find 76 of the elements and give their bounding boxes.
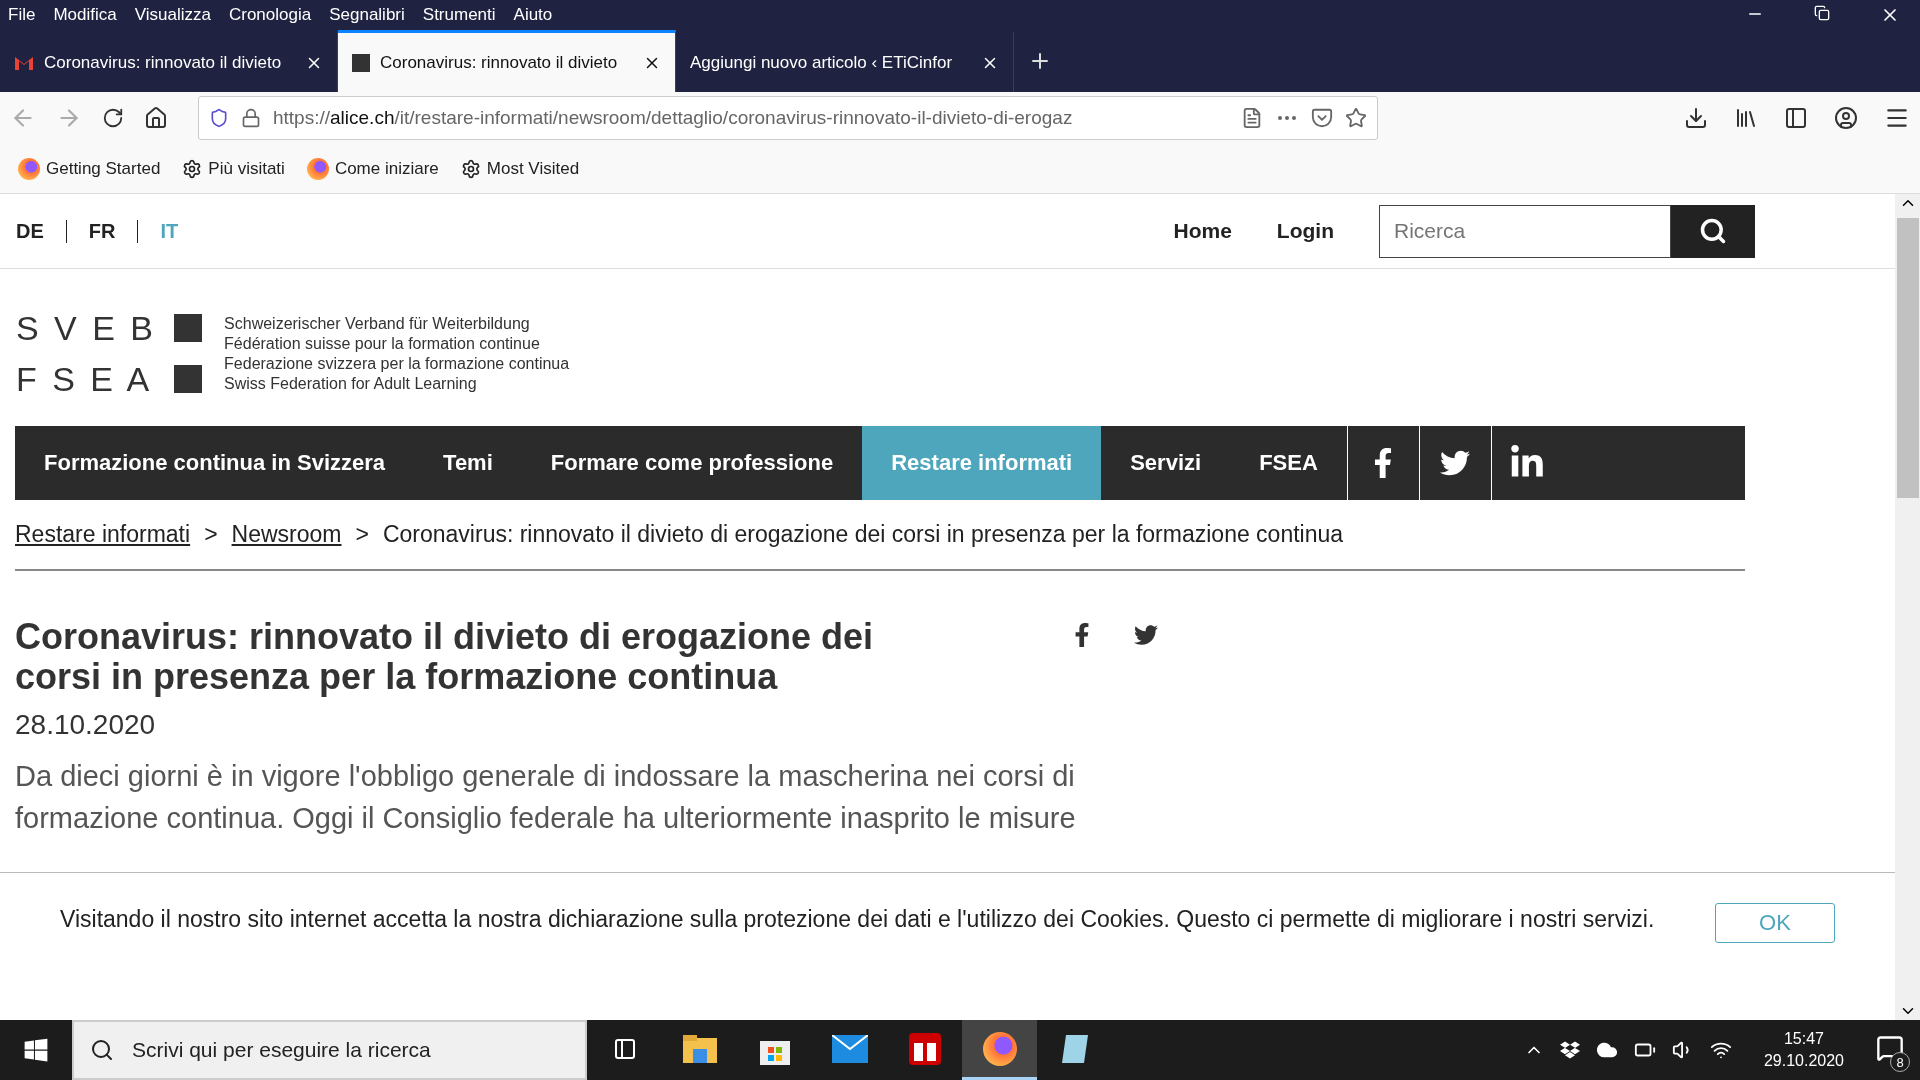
menu-item[interactable]: Modifica: [53, 5, 117, 25]
gift-icon[interactable]: [908, 1032, 941, 1065]
home-icon[interactable]: [144, 106, 168, 130]
menu-item[interactable]: Aiuto: [513, 5, 553, 25]
menu-item[interactable]: Cronologia: [228, 5, 312, 25]
library-icon[interactable]: [1734, 106, 1758, 130]
gear-icon: [460, 158, 481, 179]
bookmark[interactable]: Getting Started: [18, 157, 161, 180]
breadcrumb-separator: >: [355, 521, 369, 548]
task-view-icon[interactable]: [612, 1036, 637, 1061]
firefox-icon[interactable]: [982, 1031, 1017, 1066]
search-field[interactable]: Ricerca: [1379, 204, 1671, 258]
scrollbar-thumb[interactable]: [1896, 218, 1919, 498]
bookmark[interactable]: Come iniziare: [306, 157, 439, 180]
mail-icon: [14, 54, 34, 71]
logo-square: [174, 314, 203, 342]
search-icon: [90, 1038, 114, 1062]
article-date: 28.10.2020: [15, 709, 157, 741]
search-icon: [1699, 217, 1727, 245]
restore-icon[interactable]: [1814, 5, 1830, 21]
language-link[interactable]: DE: [16, 219, 66, 243]
download-icon[interactable]: [1684, 106, 1708, 130]
firefox-icon: [18, 157, 40, 180]
twitter-icon: [1440, 448, 1471, 478]
article-title: Coronavirus: rinnovato il divieto di erogazione dei corsi in presenza per la formazione continua: [15, 617, 875, 697]
cookie-text: Visitando il nostro sito internet accetta la nostra dichiarazione sulla protezione dei dati e l'utilizzo dei Cookies. Questo ci permette di migliorare i nostri servizi.: [60, 905, 1656, 934]
article-lead: Da dieci giorni è in vigore l'obbligo generale di indossare la mascherina nei corsi di formazione continua. Oggi il Consiglio federale ha ulteriormente inasprito le misure: [15, 759, 1077, 836]
dropbox-icon[interactable]: [1559, 1040, 1580, 1060]
search-button[interactable]: [1671, 204, 1755, 258]
logo-tagline: Schweizerischer Verband für Weiterbildung: [224, 313, 531, 334]
logo-square: [174, 365, 203, 393]
pocket-icon[interactable]: [1311, 107, 1333, 129]
windows-icon[interactable]: [23, 1037, 49, 1063]
bookmark[interactable]: Most Visited: [460, 158, 580, 179]
notification-badge: 8: [1890, 1052, 1910, 1072]
menu-item[interactable]: Strumenti: [422, 5, 496, 25]
top-link[interactable]: Home: [1173, 219, 1232, 243]
nav-item[interactable]: Servizi: [1101, 426, 1231, 500]
lock-icon[interactable]: [241, 108, 261, 128]
menu-item[interactable]: Visualizza: [134, 5, 211, 25]
nav-item[interactable]: Temi: [414, 426, 522, 500]
gear-icon: [182, 158, 203, 179]
nav-item[interactable]: Formare come professione: [521, 426, 863, 500]
logo-text: F S E A: [16, 359, 154, 399]
breadcrumb-link[interactable]: Restare informati: [15, 521, 191, 548]
breadcrumb-link[interactable]: Newsroom: [231, 521, 342, 548]
reload-icon[interactable]: [102, 107, 124, 129]
shield-icon[interactable]: [209, 108, 229, 128]
menu-item[interactable]: File: [8, 5, 36, 25]
clock-date: 29.10.2020: [1763, 1052, 1844, 1070]
bookmark[interactable]: Più visitati: [182, 158, 285, 179]
language-link[interactable]: FR: [65, 219, 138, 243]
twitter-share-icon[interactable]: [1134, 623, 1158, 647]
folder-icon[interactable]: [682, 1034, 717, 1063]
breadcrumb-current: Coronavirus: rinnovato il divieto di erogazione dei corsi in presenza per la formazione continua: [382, 521, 1344, 548]
clock-time: 15:47: [1783, 1030, 1824, 1048]
breadcrumb-separator: >: [204, 521, 218, 548]
top-link[interactable]: Login: [1276, 219, 1334, 243]
sidebar-icon[interactable]: [1784, 106, 1808, 130]
menu-item[interactable]: Segnalibri: [329, 5, 405, 25]
taskbar-search-field[interactable]: Scrivi qui per eseguire la ricerca: [72, 1020, 587, 1080]
logo-text: S V E B: [16, 308, 157, 348]
logo-tagline: Federazione svizzera per la formazione continua: [224, 353, 570, 374]
logo-tagline: Swiss Federation for Adult Learning: [224, 373, 478, 394]
nav-item[interactable]: FSEA: [1230, 426, 1347, 500]
nav-item[interactable]: Formazione continua in Svizzera: [15, 426, 415, 500]
mail-icon[interactable]: [831, 1034, 868, 1063]
logo-tagline: Fédération suisse pour la formation continue: [224, 333, 541, 354]
browser-tab[interactable]: Coronavirus: rinnovato il divieto: [338, 30, 676, 92]
notepad-icon[interactable]: [1059, 1032, 1090, 1065]
firefox-icon: [306, 157, 329, 180]
url-field[interactable]: https://alice.ch/it/restare-informati/newsroom/dettaglio/coronavirus-rinnovato-il-divieto-di-erogaz: [198, 96, 1378, 140]
reader-view-icon[interactable]: [1241, 107, 1263, 129]
star-icon[interactable]: [1345, 107, 1367, 129]
account-icon[interactable]: [1834, 106, 1858, 130]
site-icon: [352, 53, 370, 72]
